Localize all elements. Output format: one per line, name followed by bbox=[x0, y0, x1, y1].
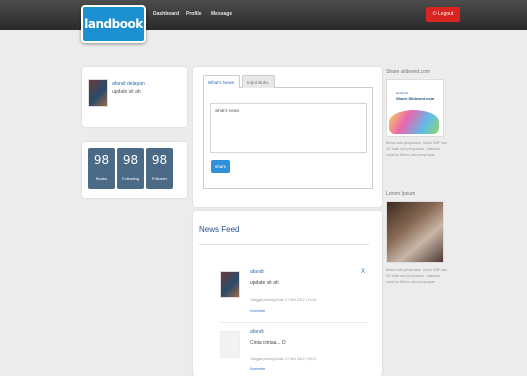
ad-image-tagline: landbook bbox=[396, 91, 409, 95]
logout-button[interactable]: ⏻ Logout bbox=[426, 7, 460, 22]
stat-following[interactable]: 98 Following bbox=[117, 148, 144, 189]
comment-link[interactable]: Komentar bbox=[250, 367, 265, 371]
feed-date: Tanggal posting Ahad, 27 Mei 2012 | 09:1… bbox=[250, 357, 317, 361]
stat-value: 98 bbox=[151, 153, 168, 167]
ad-image-caption: Share-Slidesed.com bbox=[396, 96, 435, 101]
divider bbox=[199, 244, 369, 245]
sidebar-ad-title: Share slidesed.com bbox=[386, 69, 430, 75]
nav-dashboard[interactable]: Dashboard bbox=[153, 11, 179, 17]
feed-author[interactable]: afandi bbox=[250, 269, 264, 275]
sidebar-ad-image[interactable]: landbook Share-Slidesed.com bbox=[386, 79, 444, 137]
nav-profile[interactable]: Profile bbox=[186, 11, 202, 17]
logout-label: Logout bbox=[438, 11, 454, 17]
stat-books[interactable]: 98 Books bbox=[88, 148, 115, 189]
power-icon: ⏻ bbox=[432, 11, 437, 17]
feed-author[interactable]: afandi bbox=[250, 329, 264, 335]
tab-input-buku[interactable]: Input Buku bbox=[242, 75, 275, 88]
divider bbox=[220, 322, 369, 323]
stat-follower[interactable]: 98 Follower bbox=[146, 148, 173, 189]
tab-whats-news[interactable]: What's News bbox=[203, 75, 240, 88]
feed-date: Tanggal posting Ahad, 27 Mei 2012 | 21:4… bbox=[250, 298, 317, 302]
profile-name[interactable]: afandi delapan bbox=[112, 81, 145, 87]
post-textarea[interactable]: what's news bbox=[210, 103, 367, 153]
feed-avatar[interactable] bbox=[220, 271, 240, 298]
nav-message[interactable]: Message bbox=[211, 11, 232, 17]
feed-text: Cinta cintaa... D bbox=[250, 340, 286, 346]
avatar[interactable] bbox=[88, 79, 108, 107]
comment-link[interactable]: Komentar bbox=[250, 309, 265, 313]
sidebar-ad-title: Lorem Ipsum bbox=[386, 191, 416, 197]
stat-label: Following bbox=[122, 176, 139, 181]
ad-graphic bbox=[389, 110, 439, 134]
feed-avatar[interactable] bbox=[220, 331, 240, 358]
sidebar-ad-image[interactable] bbox=[386, 201, 444, 263]
sidebar-ad-text: Belum ada penyusaan. Untuk SMP dan SD ti… bbox=[386, 141, 448, 157]
stat-label: Books bbox=[95, 176, 108, 181]
close-icon[interactable]: X bbox=[361, 269, 365, 275]
stat-value: 98 bbox=[93, 153, 110, 167]
stat-label: Follower bbox=[151, 176, 168, 181]
share-button[interactable]: share bbox=[211, 160, 230, 173]
sidebar-ad-text: Belum ada penyusaan. Untuk SMP dan SD ti… bbox=[386, 268, 448, 284]
profile-status: update sit ah bbox=[112, 89, 141, 95]
feed-text: update sit ah bbox=[250, 280, 279, 286]
news-feed-title: News Feed bbox=[199, 225, 240, 234]
site-logo[interactable]: landbook bbox=[81, 5, 146, 43]
stat-value: 98 bbox=[122, 153, 139, 167]
